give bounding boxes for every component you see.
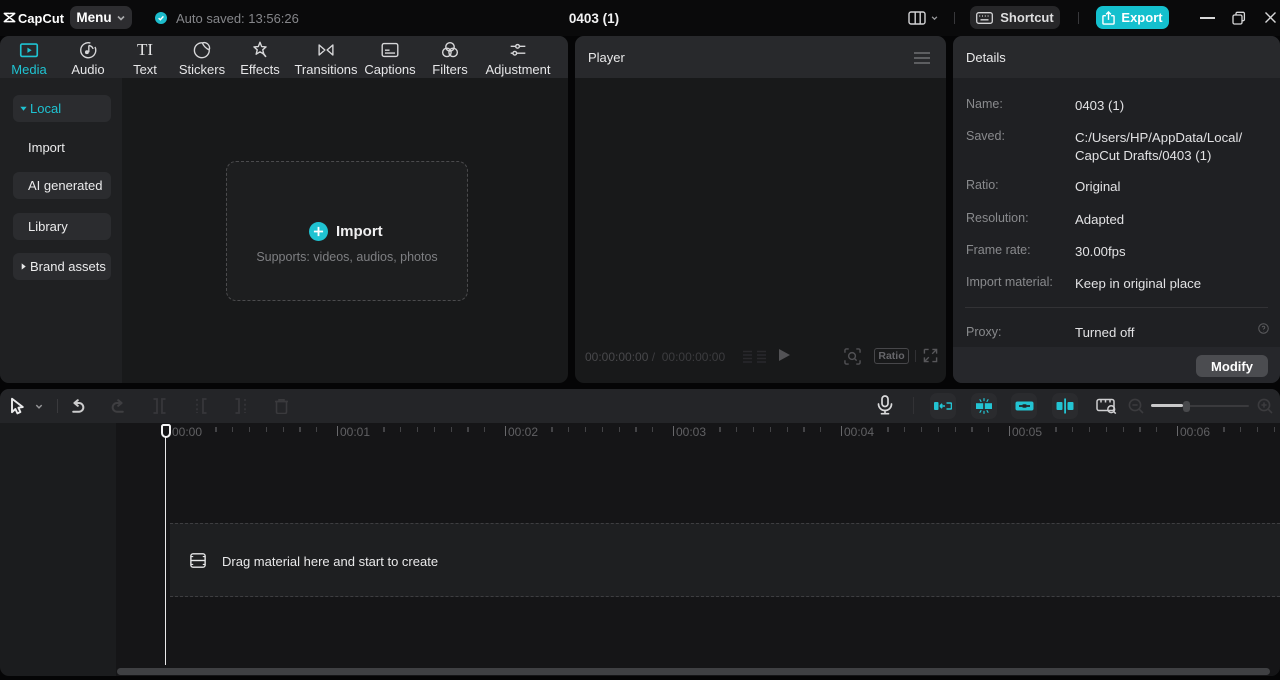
svg-text:TI: TI [137, 40, 153, 59]
